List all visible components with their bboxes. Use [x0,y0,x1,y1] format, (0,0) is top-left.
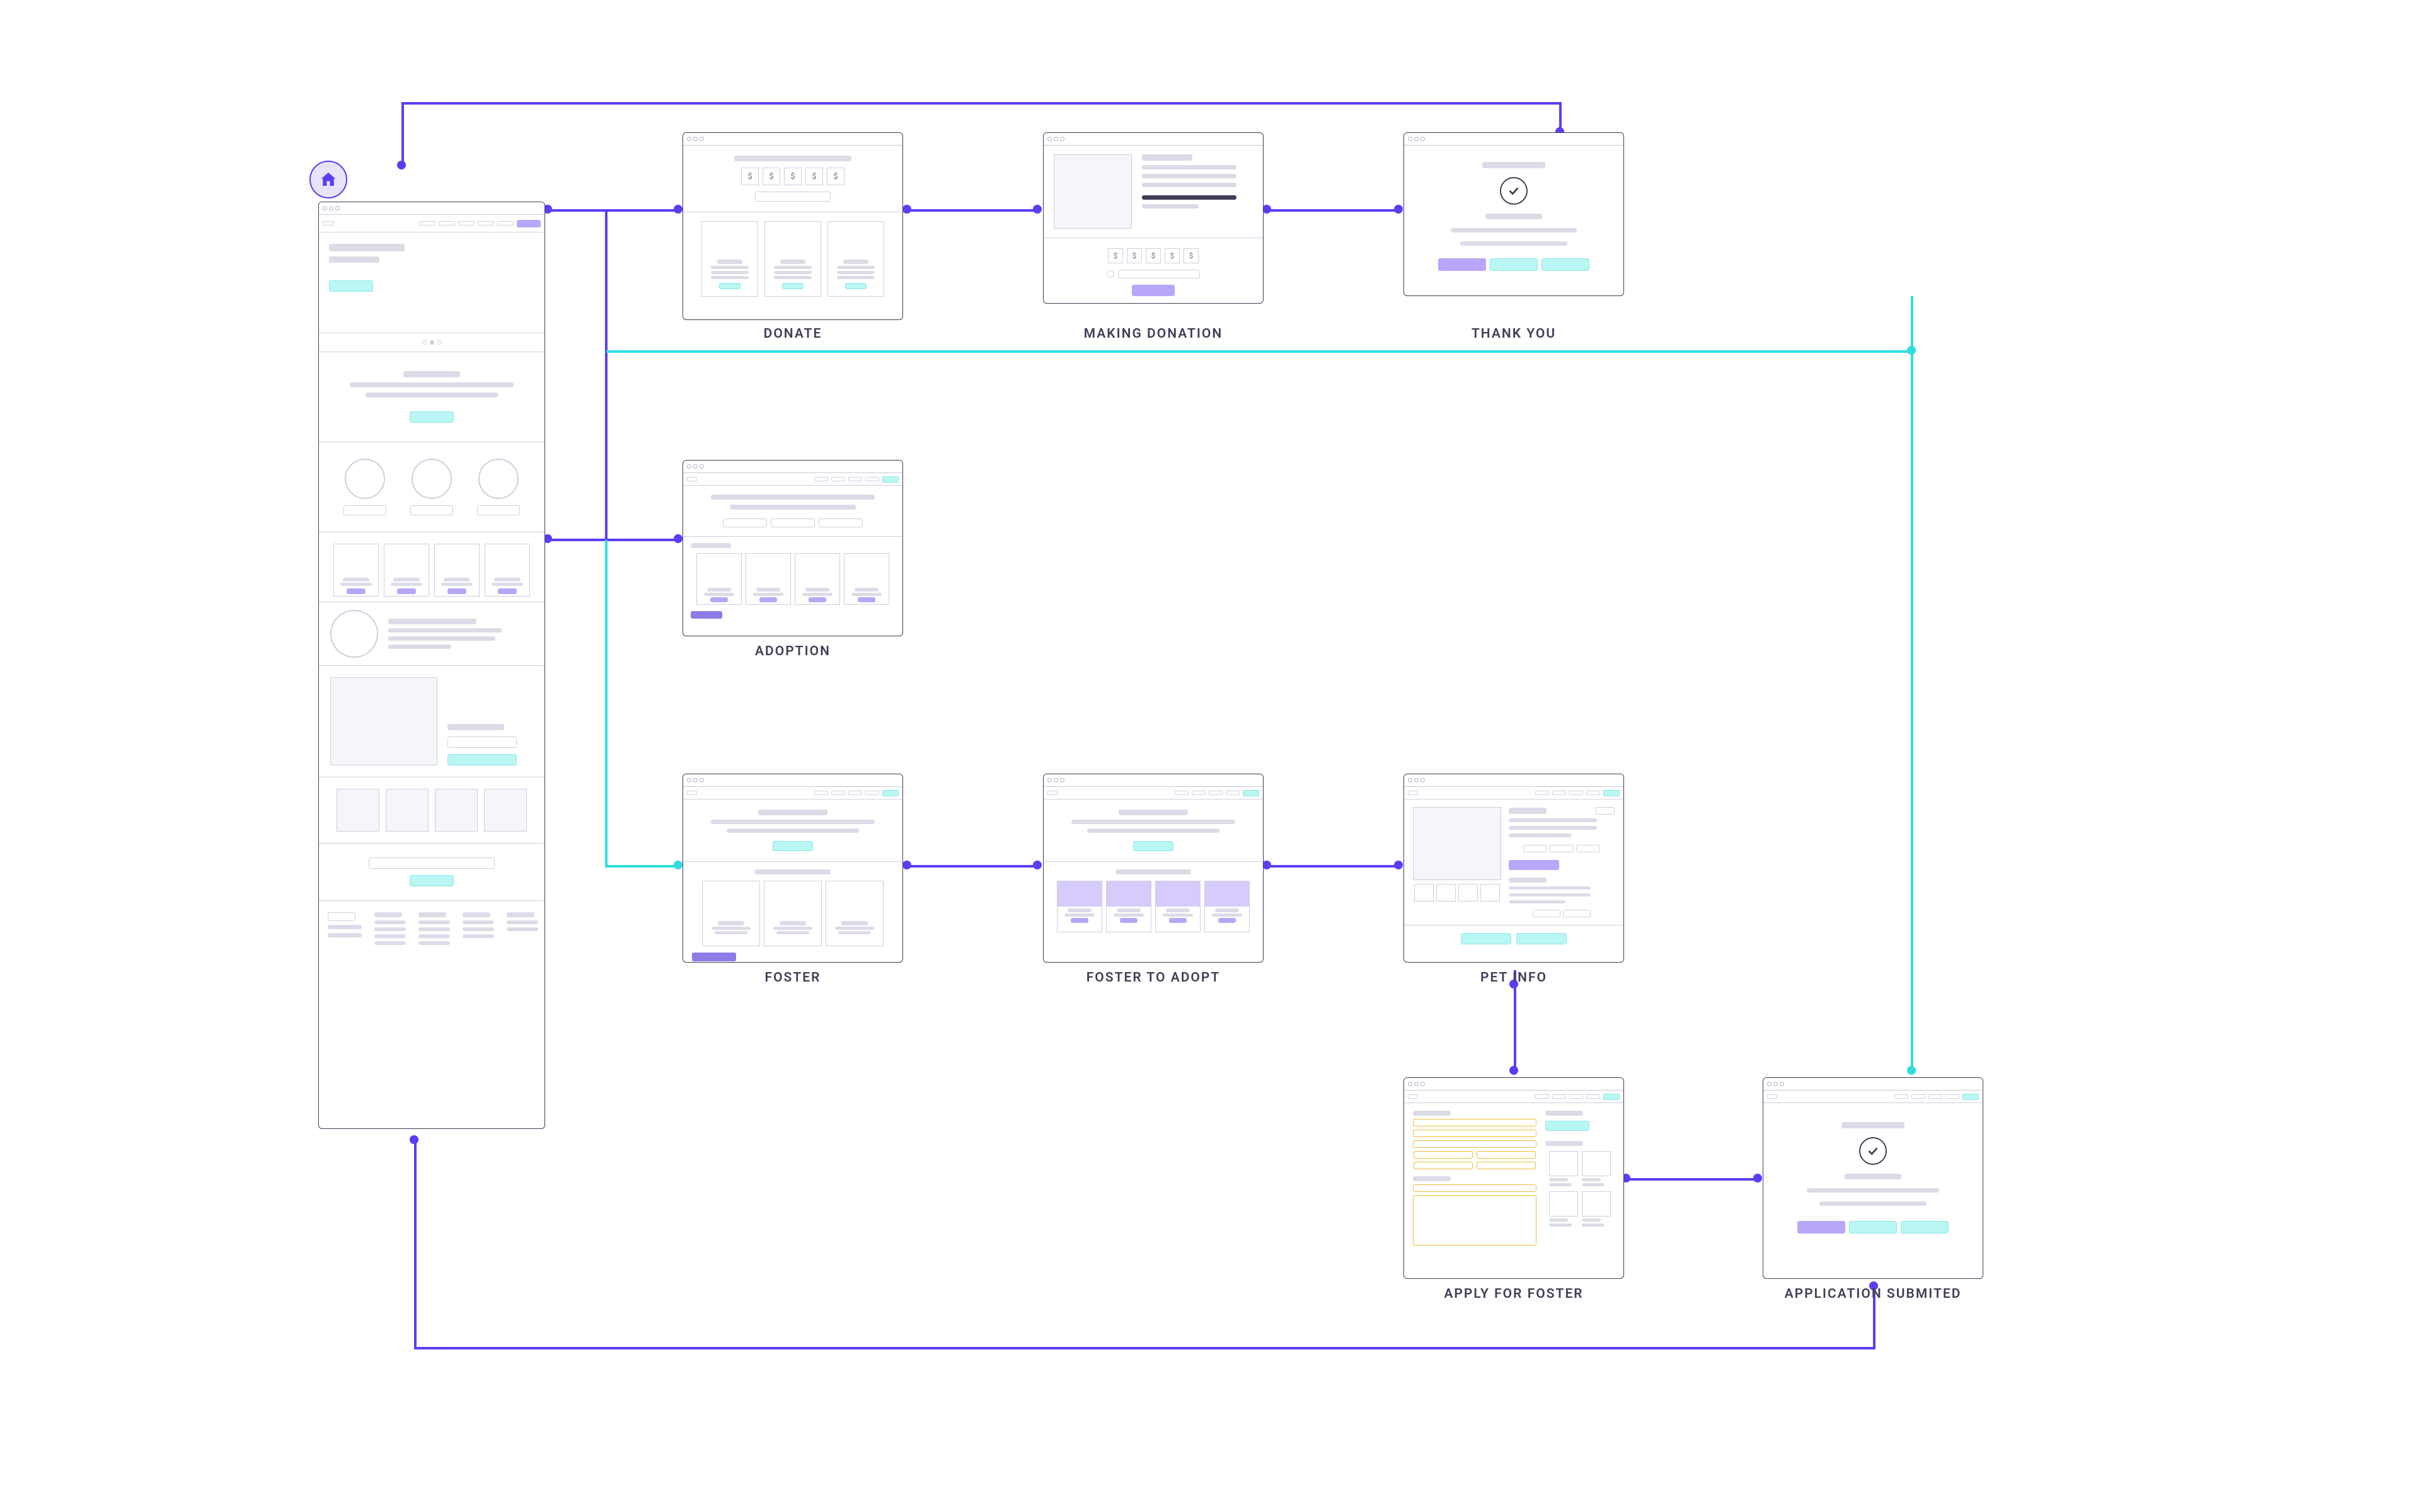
wireframe-app-submitted [1763,1077,1983,1279]
wireframe-donate: $ $ $ $ $ [683,132,903,320]
wireframe-foster-to-adopt [1043,774,1264,963]
label-foster-to-adopt: FOSTER TO ADOPT [1043,970,1264,985]
home-icon [309,161,347,198]
wireframe-adoption [683,460,903,636]
check-icon [1500,177,1528,205]
wireframe-pet-info [1403,774,1624,963]
label-making-donation: MAKING DONATION [1043,326,1264,341]
check-icon [1859,1137,1887,1165]
label-donate: DONATE [683,326,903,341]
label-thank-you: THANK YOU [1403,326,1624,341]
wireframe-home [318,202,545,1129]
label-adoption: ADOPTION [683,644,903,659]
wireframe-apply-foster [1403,1077,1624,1279]
wireframe-making-donation: $ $ $ $ $ [1043,132,1264,304]
label-app-submitted: APPLICATION SUBMITED [1763,1286,1983,1302]
label-apply-foster: APPLY FOR FOSTER [1403,1286,1624,1302]
wireframe-thank-you [1403,132,1624,296]
label-pet-info: PET INFO [1403,970,1624,985]
label-foster: FOSTER [683,970,903,985]
wireframe-foster [683,774,903,963]
